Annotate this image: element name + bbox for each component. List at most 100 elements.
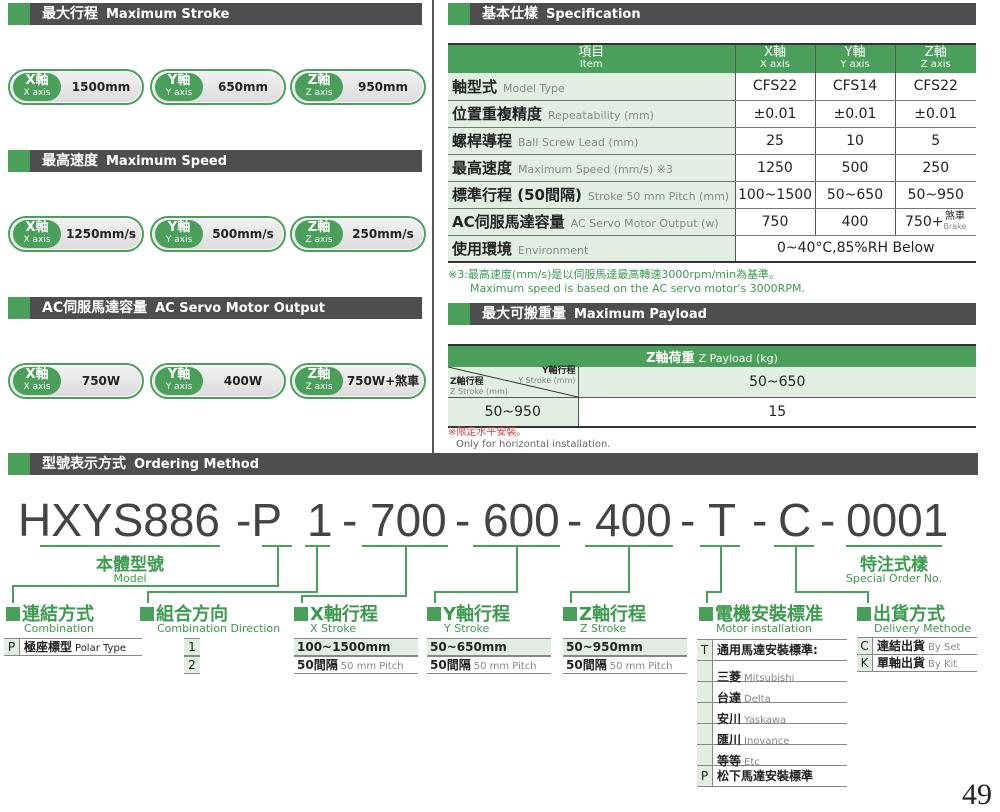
section-header-max-payload: 最大可搬重量 Maximum Payload bbox=[448, 303, 976, 325]
code-dash: - bbox=[455, 494, 471, 546]
option-row: P 極座標型 Polar Type bbox=[4, 638, 142, 656]
header-z: Z軸 Z axis bbox=[894, 44, 976, 73]
option-row: 50~650mm bbox=[427, 638, 551, 656]
category-delivery-sub: Delivery Methode bbox=[874, 622, 972, 635]
category-z-stroke-sub: Z Stroke bbox=[580, 622, 627, 635]
direction-options: 1 2 bbox=[184, 638, 200, 674]
axis-badge: Y軸 Y axis bbox=[155, 73, 203, 101]
z-range-cell: 50~950 bbox=[448, 397, 579, 428]
z-stroke-options: 50~950mm 50間隔 50 mm Pitch bbox=[563, 638, 687, 674]
axis-name-en: Y axis bbox=[165, 235, 193, 245]
option-row: P 松下馬達安裝標準 bbox=[697, 765, 847, 787]
axis-pill: Y軸 Y axis 400W bbox=[150, 363, 286, 399]
code-delivery: C bbox=[778, 494, 812, 546]
axis-pill: Z軸 Z axis 750W+煞車 bbox=[290, 363, 426, 399]
underline-model bbox=[40, 545, 220, 547]
section-title-zh: 最大行程 bbox=[42, 6, 98, 22]
payload-value-cell: 15 bbox=[578, 397, 976, 428]
row-label: AC伺服馬達容量 AC Servo Motor Output (w) bbox=[448, 208, 735, 236]
axis-name-zh: Z軸 bbox=[307, 73, 331, 88]
payload-header: Z軸荷重 Z Payload (kg) bbox=[448, 344, 976, 367]
category-combination-sub: Combination bbox=[24, 622, 94, 635]
table-row: 最高速度 Maximum Speed (mm/s) ※3 1250 500 250 bbox=[448, 154, 976, 182]
row-label: 使用環境 Environment bbox=[448, 235, 735, 263]
connector-line bbox=[434, 591, 518, 593]
section-header-max-speed: 最高速度 Maximum Speed bbox=[8, 150, 422, 172]
cell-y: 400 bbox=[814, 208, 895, 236]
table-row: 使用環境 Environment 0~40°C,85%RH Below bbox=[448, 235, 976, 263]
section-title-en: Specification bbox=[546, 7, 641, 22]
code-combination: -P bbox=[236, 494, 282, 546]
option-row: 50間隔 50 mm Pitch bbox=[563, 656, 687, 674]
axis-badge: Y軸 Y axis bbox=[155, 220, 203, 248]
table-row: 標準行程 (50間隔) Stroke 50 mm Pitch (mm) 100~1… bbox=[448, 181, 976, 209]
axis-name-zh: X軸 bbox=[25, 367, 49, 382]
category-y-stroke-sub: Y Stroke bbox=[444, 622, 490, 635]
section-header-max-stroke: 最大行程 Maximum Stroke bbox=[8, 3, 422, 25]
cell-z: 750+煞車 Brake bbox=[894, 208, 976, 236]
category-motor-sub: Motor installation bbox=[716, 622, 813, 635]
axis-badge: Z軸 Z axis bbox=[295, 73, 343, 101]
axis-value: 750W bbox=[81, 374, 121, 388]
axis-badge: X軸 X axis bbox=[13, 73, 61, 101]
cell-all: 0~40°C,85%RH Below bbox=[734, 235, 976, 263]
category-direction-sub: Combination Direction bbox=[157, 622, 281, 635]
option-row: 50間隔 50 mm Pitch bbox=[427, 656, 551, 674]
option-row: 50~950mm bbox=[563, 638, 687, 656]
axis-name-zh: Z軸 bbox=[307, 367, 331, 382]
option-row: 匯川 Inovance bbox=[697, 723, 847, 747]
axis-name-zh: Z軸 bbox=[307, 220, 331, 235]
axis-pill: X軸 X axis 1500mm bbox=[8, 69, 144, 105]
cell-z: 250 bbox=[894, 154, 976, 182]
option-row: 1 bbox=[184, 638, 200, 656]
axis-pill: Y軸 Y axis 650mm bbox=[150, 69, 286, 105]
connector-line bbox=[706, 591, 722, 593]
section-header-ordering: 型號表示方式 Ordering Method bbox=[8, 453, 978, 475]
axis-name-en: Z axis bbox=[305, 88, 333, 98]
cell-x: 100~1500 bbox=[734, 181, 815, 209]
section-title-en: Maximum Stroke bbox=[106, 7, 230, 22]
connector-line bbox=[316, 546, 318, 592]
option-row: 50間隔 50 mm Pitch bbox=[294, 656, 418, 674]
axis-value: 500mm/s bbox=[212, 227, 274, 241]
header-item: 項目 Item bbox=[448, 44, 735, 73]
axis-pill: Z軸 Z axis 250mm/s bbox=[290, 216, 426, 252]
row-label: 最高速度 Maximum Speed (mm/s) ※3 bbox=[448, 154, 735, 182]
payload-footnote: ※限定水平安裝。 Only for horizontal installatio… bbox=[448, 427, 610, 451]
axis-pill: Z軸 Z axis 950mm bbox=[290, 69, 426, 105]
axis-name-en: X axis bbox=[23, 382, 51, 392]
cell-x: 750 bbox=[734, 208, 815, 236]
cell-y: ±0.01 bbox=[814, 100, 895, 128]
axis-value: 1250mm/s bbox=[66, 227, 136, 241]
code-dash: - bbox=[342, 494, 358, 546]
model-label-en: Model bbox=[113, 572, 147, 585]
section-title-zh: 基本仕樣 bbox=[482, 6, 538, 22]
cell-x: 25 bbox=[734, 127, 815, 155]
axis-badge: Z軸 Z axis bbox=[295, 220, 343, 248]
code-motor: T bbox=[708, 494, 737, 546]
motor-install-options: T 通用馬達安裝標準: 三菱 Mitsubishi 台達 Delta 安川 Yaskawa 匯川… bbox=[697, 639, 847, 787]
option-row: 三菱 Mitsubishi bbox=[697, 660, 847, 684]
connector-line bbox=[795, 591, 869, 593]
y-stroke-label: Y軸行程 Y Stroke (mm) bbox=[518, 366, 576, 386]
cell-z: 50~950 bbox=[894, 181, 976, 209]
y-stroke-options: 50~650mm 50間隔 50 mm Pitch bbox=[427, 638, 551, 674]
connector-line bbox=[301, 595, 407, 597]
section-title-en: Ordering Method bbox=[134, 457, 259, 472]
connector-line bbox=[12, 585, 279, 587]
cell-x: CFS22 bbox=[734, 73, 815, 101]
delivery-options: C 連結出貨 By Set K 單軸出貨 By Kit bbox=[857, 637, 977, 672]
section-title-en: AC Servo Motor Output bbox=[155, 301, 326, 316]
connector-line bbox=[570, 591, 630, 593]
underline-delivery bbox=[774, 545, 814, 547]
connector-line bbox=[628, 546, 630, 592]
axis-name-en: Z axis bbox=[305, 382, 333, 392]
axis-pill: X軸 X axis 1250mm/s bbox=[8, 216, 144, 252]
axis-name-zh: Y軸 bbox=[167, 220, 191, 235]
axis-value: 250mm/s bbox=[352, 227, 414, 241]
code-dash: - bbox=[752, 494, 768, 546]
section-header-motor-output: AC伺服馬達容量 AC Servo Motor Output bbox=[8, 297, 422, 319]
axis-value: 400W bbox=[223, 374, 263, 388]
page-number: 49 bbox=[962, 778, 992, 811]
code-dash: - bbox=[567, 494, 583, 546]
